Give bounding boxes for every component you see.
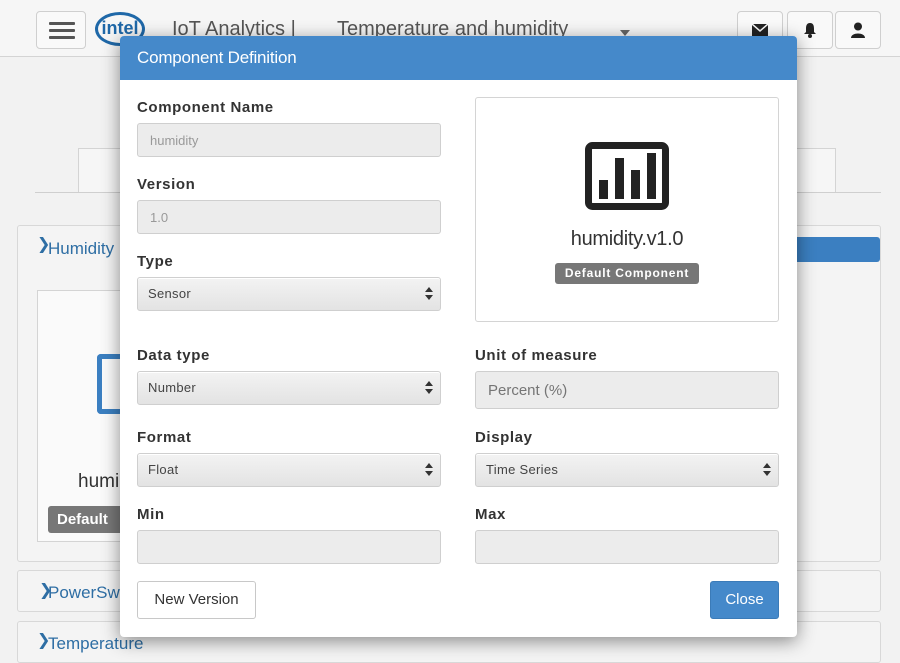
select-arrows-icon — [425, 287, 433, 301]
card-component-name: humi — [78, 471, 120, 492]
select-arrows-icon — [763, 463, 771, 477]
max-field[interactable] — [475, 530, 779, 564]
component-preview: humidity.v1.0 Default Component — [475, 97, 779, 322]
type-label: Type — [137, 253, 174, 270]
display-select-value: Time Series — [486, 462, 559, 477]
type-select[interactable]: Sensor — [137, 277, 441, 311]
user-icon — [851, 22, 865, 38]
version-label: Version — [137, 176, 196, 193]
envelope-icon — [752, 24, 768, 36]
panel-action-buttons[interactable] — [790, 237, 880, 262]
hamburger-bar — [49, 36, 75, 39]
default-component-badge: Default Component — [555, 263, 699, 284]
display-label: Display — [475, 429, 533, 446]
component-definition-modal: Component Definition Component Name Vers… — [120, 36, 797, 637]
format-select[interactable]: Float — [137, 453, 441, 487]
version-field[interactable] — [137, 200, 441, 234]
format-label: Format — [137, 429, 192, 446]
min-label: Min — [137, 506, 165, 523]
panel-title[interactable]: Humidity — [48, 239, 114, 259]
data-type-select[interactable]: Number — [137, 371, 441, 405]
modal-header: Component Definition — [120, 36, 797, 80]
card-default-badge: Default — [48, 506, 128, 533]
display-select[interactable]: Time Series — [475, 453, 779, 487]
user-button[interactable] — [835, 11, 881, 49]
data-type-select-value: Number — [148, 380, 197, 395]
unit-of-measure-label: Unit of measure — [475, 347, 598, 364]
select-arrows-icon — [425, 381, 433, 395]
component-name-field[interactable] — [137, 123, 441, 157]
modal-title: Component Definition — [137, 48, 297, 67]
type-select-value: Sensor — [148, 286, 191, 301]
menu-toggle-button[interactable] — [36, 11, 86, 49]
min-field[interactable] — [137, 530, 441, 564]
hamburger-bar — [49, 29, 75, 32]
select-arrows-icon — [425, 463, 433, 477]
bar-chart-icon — [585, 142, 669, 210]
max-label: Max — [475, 506, 506, 523]
close-button[interactable]: Close — [710, 581, 779, 619]
hamburger-bar — [49, 22, 75, 25]
panel-title[interactable]: Temperature — [48, 634, 143, 654]
component-name-label: Component Name — [137, 99, 274, 116]
data-type-label: Data type — [137, 347, 210, 364]
new-version-button[interactable]: New Version — [137, 581, 256, 619]
format-select-value: Float — [148, 462, 179, 477]
unit-of-measure-field[interactable] — [475, 371, 779, 409]
bell-icon — [804, 23, 816, 38]
preview-component-name: humidity.v1.0 — [570, 228, 684, 250]
